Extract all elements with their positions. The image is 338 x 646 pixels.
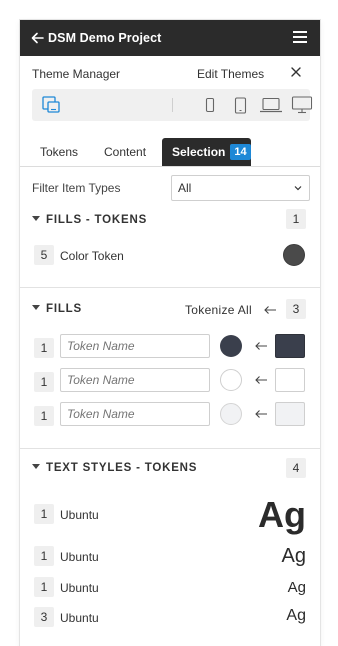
color-token-swatch[interactable]	[283, 244, 305, 266]
token-name-input[interactable]	[60, 334, 210, 358]
token-name-input[interactable]	[60, 402, 210, 426]
monitor-icon[interactable]	[290, 89, 314, 121]
text-styles-title: TEXT STYLES - TOKENS	[46, 462, 198, 474]
laptop-icon[interactable]	[256, 89, 286, 121]
color-token-label[interactable]: Color Token	[60, 249, 124, 263]
tab-selection-label: Selection	[172, 145, 226, 159]
fill-swatch[interactable]	[275, 402, 305, 426]
theme-manager-title: Theme Manager	[32, 67, 121, 81]
header-bar: DSM Demo Project	[20, 20, 320, 56]
text-style-count: 1	[34, 546, 54, 566]
fill-swatch[interactable]	[275, 368, 305, 392]
edit-themes-link[interactable]: Edit Themes	[197, 67, 264, 81]
text-style-count: 1	[34, 577, 54, 597]
chevron-down-icon	[294, 186, 302, 191]
text-styles-count: 4	[286, 458, 306, 478]
arrow-left-icon	[255, 376, 267, 384]
fill-row-count: 1	[34, 338, 54, 358]
fill-row-count: 1	[34, 372, 54, 392]
arrow-left-icon	[255, 342, 267, 350]
fill-row-count: 1	[34, 406, 54, 426]
dsm-panel: DSM Demo Project Theme Manager Edit Them…	[20, 20, 320, 646]
color-token-count: 5	[34, 245, 54, 265]
text-style-font[interactable]: Ubuntu	[60, 508, 99, 522]
fills-title: FILLS	[46, 303, 82, 315]
tab-content[interactable]: Content	[104, 138, 146, 166]
text-style-sample-large: Ag	[258, 494, 306, 535]
fills-header[interactable]: FILLS	[32, 303, 82, 315]
fill-color-circle[interactable]	[220, 403, 242, 425]
fill-swatch[interactable]	[275, 334, 305, 358]
fill-color-circle[interactable]	[220, 369, 242, 391]
text-style-font[interactable]: Ubuntu	[60, 550, 99, 564]
tab-bar: Tokens Content Selection 14	[20, 138, 320, 167]
token-name-input[interactable]	[60, 368, 210, 392]
fills-tokens-header[interactable]: FILLS - TOKENS	[32, 214, 147, 226]
tablet-icon[interactable]	[228, 89, 252, 121]
fills-tokens-title: FILLS - TOKENS	[46, 214, 148, 226]
tab-selection[interactable]: Selection 14	[162, 138, 251, 166]
back-arrow-icon[interactable]	[29, 29, 47, 47]
text-style-count: 1	[34, 504, 54, 524]
text-style-font[interactable]: Ubuntu	[60, 581, 99, 595]
section-divider	[20, 287, 320, 288]
collapse-triangle-icon	[32, 305, 40, 310]
selection-count-badge: 14	[230, 144, 251, 160]
text-style-count: 3	[34, 607, 54, 627]
filter-item-types-select[interactable]: All	[171, 175, 310, 201]
toolbar-separator	[172, 98, 173, 112]
filter-label: Filter Item Types	[32, 181, 121, 195]
tab-tokens[interactable]: Tokens	[40, 138, 78, 166]
tokenize-all-button[interactable]: Tokenize All	[185, 303, 252, 317]
filter-select-value: All	[178, 181, 192, 195]
hamburger-menu-icon[interactable]	[293, 31, 307, 44]
arrow-left-icon	[264, 306, 276, 314]
text-style-sample-regular: Ag	[286, 607, 306, 624]
project-title[interactable]: DSM Demo Project	[48, 31, 161, 45]
text-style-font[interactable]: Ubuntu	[60, 611, 99, 625]
text-style-sample-medium: Ag	[281, 545, 306, 567]
fills-tokens-count: 1	[286, 209, 306, 229]
device-toolbar	[32, 89, 313, 121]
tablet-linked-icon[interactable]	[36, 89, 66, 121]
text-style-sample-small: Ag	[287, 579, 306, 596]
close-icon[interactable]	[288, 64, 304, 80]
fills-count: 3	[286, 299, 306, 319]
section-divider	[20, 448, 320, 449]
phone-icon[interactable]	[198, 89, 222, 121]
collapse-triangle-icon	[32, 216, 40, 221]
text-styles-header[interactable]: TEXT STYLES - TOKENS	[32, 462, 197, 474]
collapse-triangle-icon	[32, 464, 40, 469]
fill-color-circle[interactable]	[220, 335, 242, 357]
arrow-left-icon	[255, 410, 267, 418]
